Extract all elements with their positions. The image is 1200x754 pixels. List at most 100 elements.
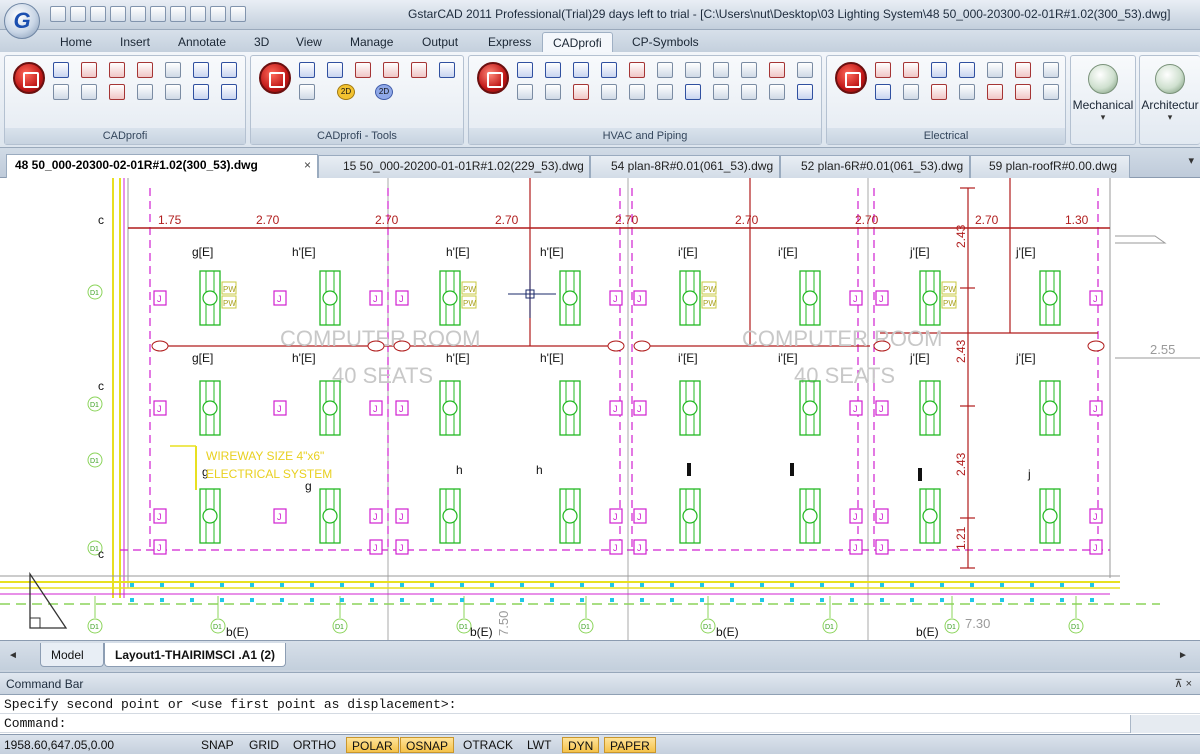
hvac-15-icon[interactable]: [629, 84, 645, 100]
hvac-4-icon[interactable]: [601, 62, 617, 78]
tab-annotate[interactable]: Annotate: [168, 32, 236, 52]
save-icon[interactable]: [90, 6, 106, 22]
text-style-icon[interactable]: [165, 62, 181, 78]
elec-3-icon[interactable]: [931, 62, 947, 78]
hvac-6-icon[interactable]: [657, 62, 673, 78]
save-as-icon[interactable]: [110, 6, 126, 22]
filter-icon[interactable]: [545, 84, 561, 100]
ortho-toggle[interactable]: ORTHO: [288, 737, 341, 753]
polar-toggle[interactable]: POLAR: [346, 737, 399, 753]
osnap-toggle[interactable]: OSNAP: [400, 737, 455, 753]
hvac-1-icon[interactable]: [517, 62, 533, 78]
hvac-2-icon[interactable]: [545, 62, 561, 78]
command-scrollbar[interactable]: [1130, 715, 1200, 733]
cadprofi-tool-3-icon[interactable]: [109, 62, 125, 78]
tools-5-icon[interactable]: [411, 62, 427, 78]
app-menu-button[interactable]: G: [4, 3, 40, 39]
otrack-toggle[interactable]: OTRACK: [458, 737, 518, 753]
cadprofi-tool-8-icon[interactable]: [137, 84, 153, 100]
lwt-toggle[interactable]: LWT: [522, 737, 556, 753]
hvac-5-icon[interactable]: [629, 62, 645, 78]
fan-icon[interactable]: [477, 62, 509, 94]
plot-preview-icon[interactable]: [150, 6, 166, 22]
cadprofi-tool-10-icon[interactable]: [193, 84, 209, 100]
new-file-icon[interactable]: [50, 6, 66, 22]
match-properties-icon[interactable]: [170, 6, 186, 22]
doc-tab[interactable]: 54 plan-8R#0.01(061_53).dwg: [590, 155, 780, 178]
mechanical-button[interactable]: Mechanical ▾: [1070, 55, 1136, 145]
elec-7-icon[interactable]: [1043, 62, 1059, 78]
hvac-9-icon[interactable]: [741, 62, 757, 78]
cadprofi-tool-5-icon[interactable]: [221, 62, 237, 78]
elec-9-icon[interactable]: [903, 84, 919, 100]
elec-1-icon[interactable]: [875, 62, 891, 78]
help-icon[interactable]: [221, 84, 237, 100]
hvac-18-icon[interactable]: [713, 84, 729, 100]
elec-8-icon[interactable]: [875, 84, 891, 100]
cadprofi-tool-4-icon[interactable]: [137, 62, 153, 78]
grid-toggle[interactable]: GRID: [244, 737, 284, 753]
hvac-3-icon[interactable]: [573, 62, 589, 78]
tab-cp-symbols[interactable]: CP-Symbols: [622, 32, 709, 52]
elec-2-icon[interactable]: [903, 62, 919, 78]
hvac-20-icon[interactable]: [769, 84, 785, 100]
tab-3d[interactable]: 3D: [244, 32, 279, 52]
open-file-icon[interactable]: [70, 6, 86, 22]
dyn-toggle[interactable]: DYN: [562, 737, 600, 753]
lightning-icon[interactable]: [835, 62, 867, 94]
undo-icon[interactable]: [190, 6, 206, 22]
tab-view[interactable]: View: [286, 32, 332, 52]
tab-insert[interactable]: Insert: [110, 32, 160, 52]
tab-model[interactable]: Model: [40, 643, 104, 667]
tools-4-icon[interactable]: [383, 62, 399, 78]
elec-12-icon[interactable]: [987, 84, 1003, 100]
snap-toggle[interactable]: SNAP: [196, 737, 239, 753]
table-icon[interactable]: [81, 84, 97, 100]
hvac-11-icon[interactable]: [797, 62, 813, 78]
print-icon[interactable]: [130, 6, 146, 22]
cadprofi-tool-1-icon[interactable]: [53, 62, 69, 78]
tab-output[interactable]: Output: [412, 32, 468, 52]
hvac-19-icon[interactable]: [741, 84, 757, 100]
hvac-16-icon[interactable]: [657, 84, 673, 100]
hvac-7-icon[interactable]: [685, 62, 701, 78]
doc-tab[interactable]: 52 plan-6R#0.01(061_53).dwg: [780, 155, 970, 178]
cadprofi-main-icon[interactable]: [13, 62, 45, 94]
elec-5-icon[interactable]: [987, 62, 1003, 78]
tools-1-icon[interactable]: [299, 62, 315, 78]
doc-tabs-menu-icon[interactable]: ▾: [1188, 154, 1194, 167]
hvac-17-icon[interactable]: [685, 84, 701, 100]
doc-tab[interactable]: 15 50_000-20200-01-01R#1.02(229_53).dwg: [318, 155, 590, 178]
elec-14-icon[interactable]: [1043, 84, 1059, 100]
close-icon[interactable]: ×: [304, 155, 311, 176]
elec-13-icon[interactable]: [1015, 84, 1031, 100]
elec-11-icon[interactable]: [959, 84, 975, 100]
tools-6-icon[interactable]: [439, 62, 455, 78]
tools-3-icon[interactable]: [355, 62, 371, 78]
tab-manage[interactable]: Manage: [340, 32, 403, 52]
tools-2-icon[interactable]: [327, 62, 343, 78]
redo-icon[interactable]: [210, 6, 226, 22]
tab-prev-icon[interactable]: ◄: [8, 650, 18, 661]
elec-6-icon[interactable]: [1015, 62, 1031, 78]
hvac-21-icon[interactable]: [797, 84, 813, 100]
paper-toggle[interactable]: PAPER: [604, 737, 656, 753]
tab-home[interactable]: Home: [50, 32, 102, 52]
tab-express[interactable]: Express: [478, 32, 541, 52]
cadprofi-tool-2-icon[interactable]: [81, 62, 97, 78]
pin-close-icon[interactable]: ⊼ ×: [1174, 673, 1192, 695]
cadprofi-tool-9-icon[interactable]: [165, 84, 181, 100]
tab-cadprofi[interactable]: CADprofi: [542, 32, 613, 52]
cadprofi-tool-7-icon[interactable]: [109, 84, 125, 100]
tools-7-icon[interactable]: [299, 84, 315, 100]
architecture-button[interactable]: Architectur ▾: [1139, 55, 1200, 145]
hvac-13-icon[interactable]: [573, 84, 589, 100]
doc-tab[interactable]: 59 plan-roofR#0.00.dwg: [970, 155, 1130, 178]
tools-2d-a-icon[interactable]: 2D: [337, 84, 355, 100]
drawing-canvas[interactable]: 1.75 2.70 2.70 2.70 2.70 2.70 2.70 2.70 …: [0, 178, 1200, 640]
hvac-12-icon[interactable]: [517, 84, 533, 100]
command-input[interactable]: Command:: [0, 714, 1200, 733]
elec-4-icon[interactable]: [959, 62, 975, 78]
cadprofi-tools-main-icon[interactable]: [259, 62, 291, 94]
qat-dropdown-icon[interactable]: [230, 6, 246, 22]
